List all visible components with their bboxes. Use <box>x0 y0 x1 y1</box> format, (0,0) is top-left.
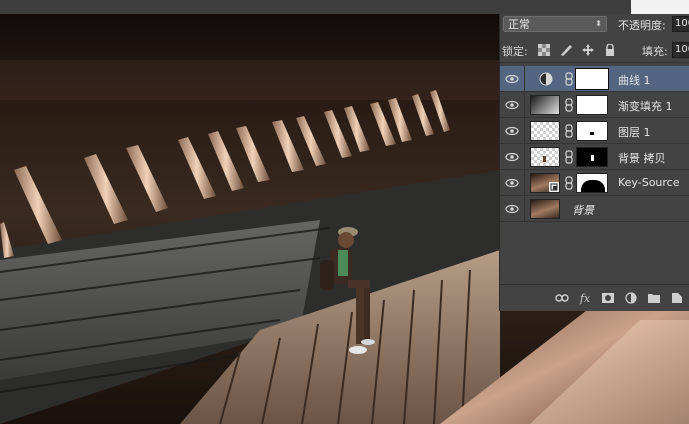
lock-position-icon[interactable] <box>582 44 594 56</box>
add-mask-icon[interactable] <box>601 292 615 304</box>
row-divider <box>524 118 525 144</box>
layer-mask-thumbnail[interactable] <box>576 121 608 141</box>
fill-label: 填充: <box>642 45 668 58</box>
link-icon[interactable] <box>555 292 569 304</box>
background-thumbnail[interactable] <box>530 199 560 219</box>
dropdown-arrows-icon: ⬍ <box>595 19 602 28</box>
fx-icon[interactable]: fx <box>578 292 592 305</box>
row-divider <box>524 144 525 170</box>
eye-visibility-icon[interactable] <box>505 203 519 215</box>
new-layer-icon[interactable] <box>670 292 684 304</box>
transparent-layer-thumbnail[interactable] <box>530 147 560 167</box>
layer-row-key-source[interactable]: Key-Source <box>500 170 689 196</box>
layer-name[interactable]: 背景 拷贝 <box>618 150 666 166</box>
layer-name[interactable]: 背景 <box>572 202 594 218</box>
opacity-input[interactable]: 100% <box>672 16 689 32</box>
layer-row-layer1[interactable]: 图层 1 <box>500 118 689 144</box>
smart-object-thumbnail[interactable] <box>530 173 560 193</box>
layer-name[interactable]: 曲线 1 <box>618 72 651 88</box>
mask-link-chain-icon[interactable] <box>565 72 573 86</box>
transparent-layer-thumbnail[interactable] <box>530 121 560 141</box>
folder-icon[interactable] <box>647 292 661 304</box>
lock-all-icon[interactable] <box>604 44 616 56</box>
opacity-label: 不透明度: <box>618 19 666 32</box>
layer-name[interactable]: Key-Source <box>618 176 680 189</box>
row-divider <box>524 66 525 92</box>
layer-mask-thumbnail[interactable] <box>576 147 608 167</box>
lock-transparent-pixels-icon[interactable] <box>538 44 550 56</box>
layer-name[interactable]: 图层 1 <box>618 124 651 140</box>
blend-mode-dropdown[interactable]: 正常 ⬍ <box>503 16 607 32</box>
layers-panel: 正常 ⬍ 不透明度: 100% 锁定: 填充: 100% <box>499 14 689 311</box>
blend-mode-value: 正常 <box>508 18 530 31</box>
lock-fill-row: 锁定: 填充: 100% <box>500 38 689 63</box>
row-divider <box>524 196 525 222</box>
layer-mask-thumbnail[interactable] <box>575 68 609 90</box>
layer-row-background-copy[interactable]: 背景 拷贝 <box>500 144 689 170</box>
row-divider <box>524 170 525 196</box>
blend-opacity-row: 正常 ⬍ 不透明度: 100% <box>500 14 689 36</box>
layer-list: 曲线 1 渐变填充 1 图层 1 背景 拷贝 Key-Source 背景 <box>500 66 689 222</box>
mask-link-chain-icon[interactable] <box>565 150 573 164</box>
lock-image-pixels-icon[interactable] <box>560 44 572 56</box>
eye-visibility-icon[interactable] <box>505 73 519 85</box>
lock-label: 锁定: <box>502 45 528 58</box>
mask-link-chain-icon[interactable] <box>565 124 573 138</box>
gradient-fill-thumbnail[interactable] <box>530 95 560 115</box>
layer-row-gradient-fill[interactable]: 渐变填充 1 <box>500 92 689 118</box>
eye-visibility-icon[interactable] <box>505 151 519 163</box>
fill-input[interactable]: 100% <box>672 42 689 58</box>
layer-mask-thumbnail[interactable] <box>576 173 608 193</box>
layer-row-curves[interactable]: 曲线 1 <box>500 66 689 92</box>
layers-panel-footer: fx <box>500 284 689 311</box>
adjustment-icon[interactable] <box>624 292 638 304</box>
top-toolbar-strip <box>0 0 689 14</box>
layer-mask-thumbnail[interactable] <box>576 95 608 115</box>
toolbar-white-area <box>631 0 689 14</box>
layer-name[interactable]: 渐变填充 1 <box>618 98 673 114</box>
eye-visibility-icon[interactable] <box>505 177 519 189</box>
curves-adjustment-icon <box>539 72 553 86</box>
layer-row-background[interactable]: 背景 <box>500 196 689 222</box>
smart-object-badge-icon <box>549 182 559 192</box>
eye-visibility-icon[interactable] <box>505 125 519 137</box>
mask-link-chain-icon[interactable] <box>565 98 573 112</box>
mask-link-chain-icon[interactable] <box>565 176 573 190</box>
eye-visibility-icon[interactable] <box>505 99 519 111</box>
row-divider <box>524 92 525 118</box>
